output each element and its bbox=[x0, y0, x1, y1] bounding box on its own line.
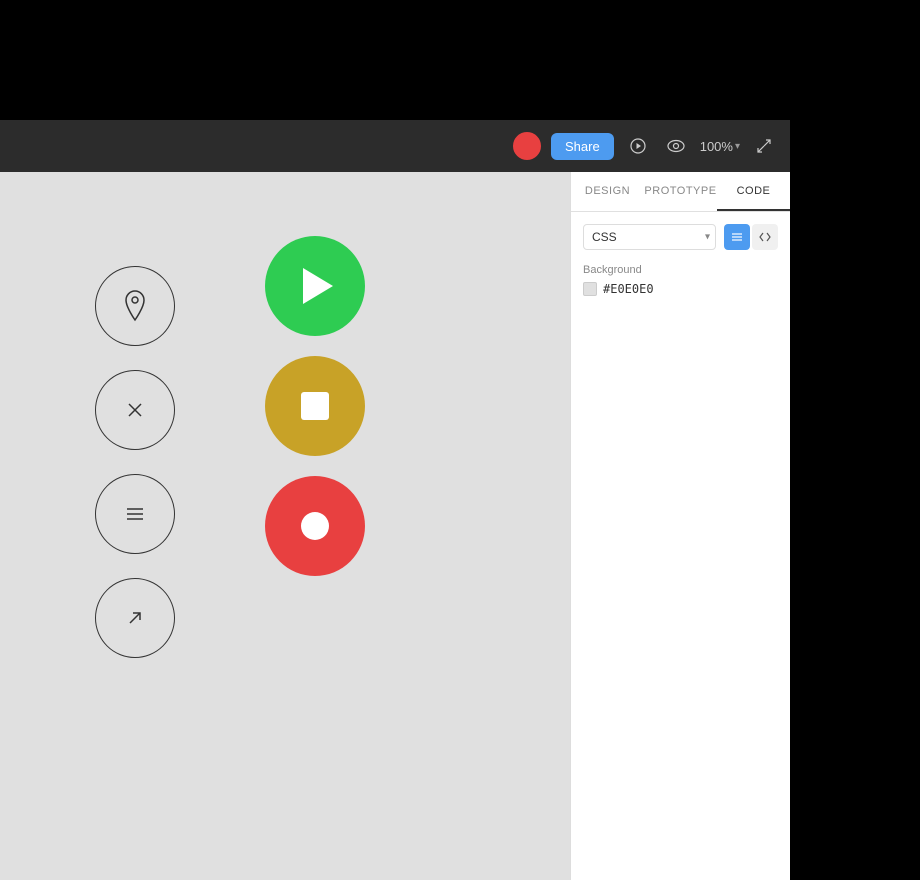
close-icon bbox=[117, 392, 153, 428]
panel-body: CSS HTML iOS Android ▾ bbox=[571, 212, 790, 312]
record-dot-icon bbox=[301, 512, 329, 540]
code-brackets-icon bbox=[759, 231, 771, 243]
view-toggle-group bbox=[724, 224, 778, 250]
menu-icon bbox=[117, 496, 153, 532]
eye-icon bbox=[667, 138, 685, 154]
list-icon bbox=[731, 231, 743, 243]
filled-circles-column bbox=[265, 236, 365, 576]
background-color-swatch[interactable] bbox=[583, 282, 597, 296]
stop-icon bbox=[301, 392, 329, 420]
background-value-row: #E0E0E0 bbox=[583, 282, 778, 296]
tab-design[interactable]: DESIGN bbox=[571, 172, 644, 211]
present-icon bbox=[630, 138, 646, 154]
panel-tabs: DESIGN PROTOTYPE CODE bbox=[571, 172, 790, 212]
list-view-toggle[interactable] bbox=[724, 224, 750, 250]
zoom-control[interactable]: 100% ▾ bbox=[700, 139, 740, 154]
css-select-wrapper: CSS HTML iOS Android ▾ bbox=[583, 224, 716, 250]
background-hex-value: #E0E0E0 bbox=[603, 282, 654, 296]
zoom-chevron-icon: ▾ bbox=[735, 141, 740, 152]
present-button[interactable] bbox=[624, 132, 652, 160]
css-format-select[interactable]: CSS HTML iOS Android bbox=[583, 224, 716, 250]
outline-circles-column bbox=[95, 266, 175, 658]
right-panel: DESIGN PROTOTYPE CODE CSS HTML iOS Andro… bbox=[570, 172, 790, 880]
toolbar: Share 100% ▾ bbox=[0, 120, 790, 172]
zoom-label: 100% bbox=[700, 139, 733, 154]
resize-icon bbox=[756, 138, 772, 154]
resize-button[interactable] bbox=[750, 132, 778, 160]
record-circle-button[interactable] bbox=[265, 476, 365, 576]
record-indicator bbox=[513, 132, 541, 160]
tab-code[interactable]: CODE bbox=[717, 172, 790, 211]
preview-button[interactable] bbox=[662, 132, 690, 160]
background-label: Background bbox=[583, 264, 778, 276]
stop-circle-button[interactable] bbox=[265, 356, 365, 456]
close-circle-button[interactable] bbox=[95, 370, 175, 450]
play-circle-button[interactable] bbox=[265, 236, 365, 336]
arrow-diagonal-icon bbox=[117, 600, 153, 636]
menu-circle-button[interactable] bbox=[95, 474, 175, 554]
app-window: Share 100% ▾ bbox=[0, 120, 790, 880]
play-icon bbox=[303, 268, 333, 304]
tab-prototype[interactable]: PROTOTYPE bbox=[644, 172, 717, 211]
code-view-toggle[interactable] bbox=[752, 224, 778, 250]
location-circle-button[interactable] bbox=[95, 266, 175, 346]
location-icon bbox=[117, 288, 153, 324]
code-format-row: CSS HTML iOS Android ▾ bbox=[583, 224, 778, 250]
canvas-inner bbox=[35, 226, 535, 826]
arrow-diagonal-circle-button[interactable] bbox=[95, 578, 175, 658]
share-button[interactable]: Share bbox=[551, 133, 614, 160]
main-area: DESIGN PROTOTYPE CODE CSS HTML iOS Andro… bbox=[0, 172, 790, 880]
canvas-area bbox=[0, 172, 570, 880]
background-property-section: Background #E0E0E0 bbox=[583, 260, 778, 300]
